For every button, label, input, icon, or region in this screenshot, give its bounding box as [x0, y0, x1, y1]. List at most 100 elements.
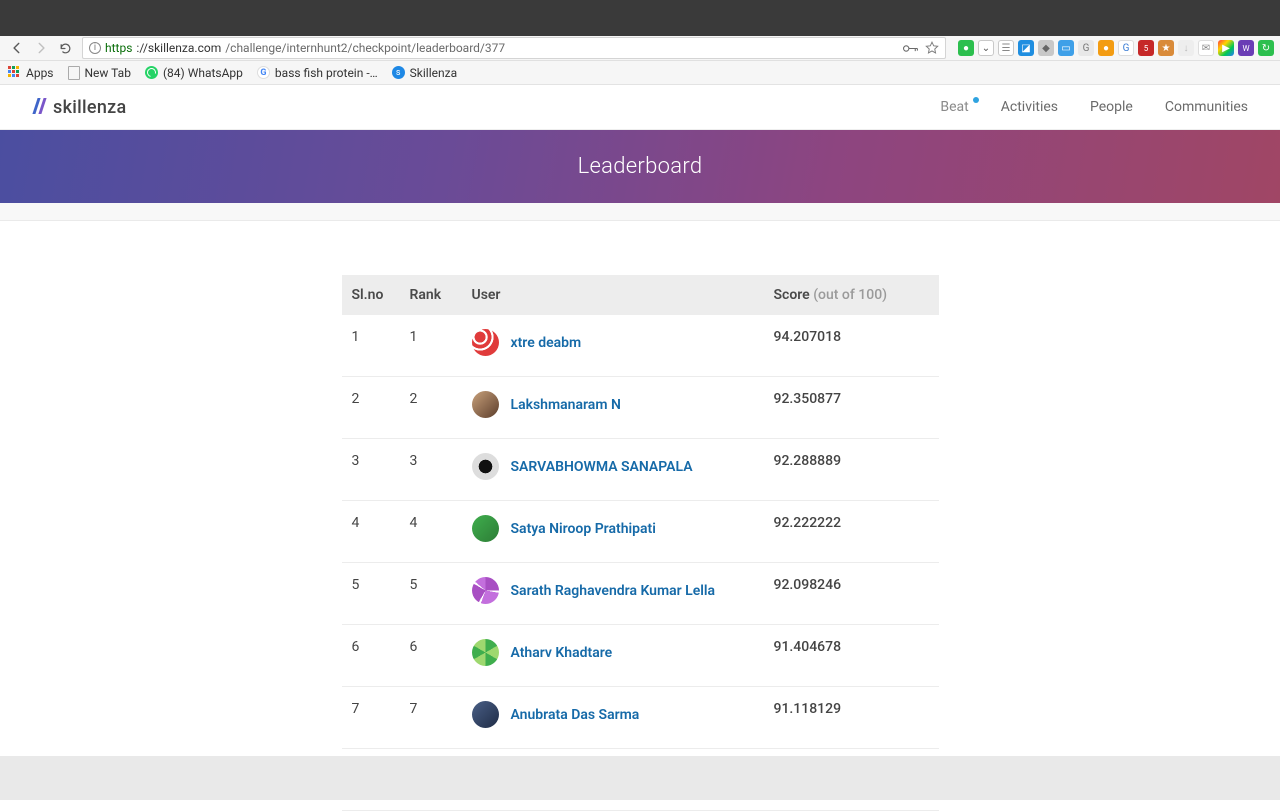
ext-icon[interactable]: ↓ [1178, 40, 1194, 56]
col-header-score: Score (out of 100) [764, 275, 939, 315]
url-path: /challenge/internhunt2/checkpoint/leader… [225, 41, 505, 55]
browser-tabstrip [0, 23, 1280, 36]
site-info-icon[interactable]: i [89, 42, 101, 54]
table-row: 11 xtre deabm 94.207018 [342, 315, 939, 377]
user-link[interactable]: Lakshmanaram N [511, 397, 621, 413]
cell-user: Atharv Khadtare [462, 625, 764, 687]
star-icon[interactable] [925, 41, 939, 55]
user-link[interactable]: Sarath Raghavendra Kumar Lella [511, 583, 716, 599]
cell-sl: 1 [342, 315, 400, 377]
nav-communities[interactable]: Communities [1165, 99, 1248, 115]
nav-beat[interactable]: Beat [940, 99, 968, 115]
cell-user: SARVABHOWMA SANAPALA [462, 439, 764, 501]
reload-button[interactable] [54, 37, 76, 59]
cell-rank: 7 [400, 687, 462, 749]
score-header-label: Score [774, 287, 810, 303]
key-icon[interactable] [903, 43, 919, 54]
content-area: Sl.no Rank User Score (out of 100) 11 xtr… [0, 221, 1280, 811]
cell-rank: 1 [400, 315, 462, 377]
back-button[interactable] [6, 37, 28, 59]
cell-score: 91.118129 [764, 687, 939, 749]
cell-user: Lakshmanaram N [462, 377, 764, 439]
bookmark-label: New Tab [85, 66, 131, 80]
table-row: 55Sarath Raghavendra Kumar Lella92.09824… [342, 563, 939, 625]
ext-icon[interactable]: ● [1098, 40, 1114, 56]
avatar [472, 639, 499, 666]
bookmark-label: bass fish protein -… [275, 66, 378, 80]
user-link[interactable]: xtre deabm [511, 335, 582, 351]
bookmark-newtab[interactable]: New Tab [68, 66, 131, 80]
bookmark-google[interactable]: G bass fish protein -… [257, 66, 378, 80]
extensions-row: ● ⌄ ☰ ◪ ◆ ▭ G ● G 5 ★ ↓ ✉ ▶ W ↻ [958, 40, 1274, 56]
ext-icon[interactable]: G [1118, 40, 1134, 56]
cell-rank: 5 [400, 563, 462, 625]
bookmarks-bar: Apps New Tab (84) WhatsApp G bass fish p… [0, 61, 1280, 85]
user-link[interactable]: Atharv Khadtare [511, 645, 613, 661]
cell-user: xtre deabm [462, 315, 764, 377]
whatsapp-icon [145, 66, 158, 79]
avatar [472, 391, 499, 418]
play-icon[interactable]: ▶ [1218, 40, 1234, 56]
col-header-slno: Sl.no [342, 275, 400, 315]
table-row: 77 Anubrata Das Sarma 91.118129 [342, 687, 939, 749]
notification-dot-icon [973, 97, 979, 103]
reload-icon [59, 42, 72, 55]
bookmark-apps[interactable]: Apps [8, 66, 54, 80]
bookmark-label: Skillenza [410, 66, 457, 80]
site-header: skillenza Beat Activities People Communi… [0, 85, 1280, 130]
ext-icon[interactable]: ● [958, 40, 974, 56]
ext-icon[interactable]: ★ [1158, 40, 1174, 56]
user-link[interactable]: Satya Niroop Prathipati [511, 521, 656, 537]
ext-icon[interactable]: ↻ [1258, 40, 1274, 56]
sub-banner [0, 203, 1280, 221]
ext-icon[interactable]: ▭ [1058, 40, 1074, 56]
brand-text: skillenza [53, 97, 127, 118]
cell-rank: 6 [400, 625, 462, 687]
nav-activities[interactable]: Activities [1001, 99, 1058, 115]
ext-icon[interactable]: ◆ [1038, 40, 1054, 56]
cell-score: 92.288889 [764, 439, 939, 501]
logo-mark-icon [32, 98, 48, 116]
site-logo[interactable]: skillenza [32, 97, 127, 118]
cell-user: Anubrata Das Sarma [462, 687, 764, 749]
cell-user: Satya Niroop Prathipati [462, 501, 764, 563]
page-banner: Leaderboard [0, 130, 1280, 203]
score-header-suffix: (out of 100) [810, 287, 887, 303]
cell-sl: 7 [342, 687, 400, 749]
user-link[interactable]: SARVABHOWMA SANAPALA [511, 459, 693, 475]
ext-icon[interactable]: ◪ [1018, 40, 1034, 56]
ext-icon[interactable]: W [1238, 40, 1254, 56]
ext-icon[interactable]: 5 [1138, 40, 1154, 56]
ext-icon[interactable]: ✉ [1198, 40, 1214, 56]
arrow-right-icon [34, 41, 48, 55]
table-row: 66 Atharv Khadtare 91.404678 [342, 625, 939, 687]
footer-bar [0, 756, 1280, 800]
col-header-user: User [462, 275, 764, 315]
address-bar[interactable]: i https://skillenza.com/challenge/intern… [82, 37, 946, 59]
cell-score: 92.222222 [764, 501, 939, 563]
cell-sl: 6 [342, 625, 400, 687]
cell-rank: 4 [400, 501, 462, 563]
bookmark-skillenza[interactable]: s Skillenza [392, 66, 457, 80]
ext-icon[interactable]: ☰ [998, 40, 1014, 56]
cell-sl: 2 [342, 377, 400, 439]
avatar [472, 453, 499, 480]
bookmark-whatsapp[interactable]: (84) WhatsApp [145, 66, 243, 80]
url-host: ://skillenza.com [136, 41, 221, 55]
table-row: 44Satya Niroop Prathipati92.222222 [342, 501, 939, 563]
page-title: Leaderboard [578, 154, 703, 179]
cell-score: 94.207018 [764, 315, 939, 377]
cell-user: Sarath Raghavendra Kumar Lella [462, 563, 764, 625]
forward-button[interactable] [30, 37, 52, 59]
ext-icon[interactable]: G [1078, 40, 1094, 56]
pocket-icon[interactable]: ⌄ [978, 40, 994, 56]
window-titlebar [0, 0, 1280, 23]
google-icon: G [257, 66, 270, 79]
nav-people[interactable]: People [1090, 99, 1133, 115]
col-header-rank: Rank [400, 275, 462, 315]
cell-sl: 3 [342, 439, 400, 501]
avatar [472, 577, 499, 604]
user-link[interactable]: Anubrata Das Sarma [511, 707, 640, 723]
cell-rank: 3 [400, 439, 462, 501]
cell-score: 91.404678 [764, 625, 939, 687]
